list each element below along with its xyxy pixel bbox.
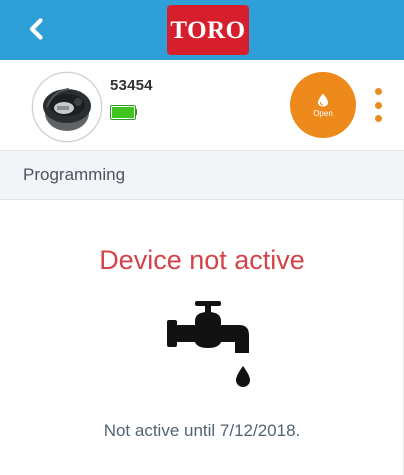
status-note: Not active until 7/12/2018.: [103, 421, 301, 440]
section-header: Programming: [0, 150, 404, 200]
chevron-left-icon: [29, 18, 43, 40]
device-id: 53454: [110, 77, 153, 94]
back-button[interactable]: [20, 12, 54, 46]
status-title: Device not active: [99, 245, 305, 275]
screen: { "header": { "back_icon": "chevron-left…: [0, 0, 404, 475]
more-options-button[interactable]: [368, 88, 388, 122]
brand-name: TORO: [170, 16, 246, 44]
water-drop-icon: [318, 93, 328, 106]
controller-image: [43, 88, 91, 131]
device-avatar[interactable]: [32, 72, 102, 142]
more-vertical-icon-dot: [374, 101, 382, 109]
battery-level-fill: [112, 107, 134, 118]
more-vertical-icon: [374, 88, 382, 95]
battery-full-icon: [110, 105, 136, 120]
more-vertical-icon-dot: [374, 115, 382, 122]
toro-logo: TORO: [167, 5, 249, 55]
battery-cap: [135, 109, 137, 115]
open-button-label: Open: [313, 108, 333, 118]
section-title: Programming: [23, 165, 126, 184]
open-valve-button[interactable]: Open: [290, 72, 356, 138]
top-app-bar: TORO: [0, 0, 404, 60]
water-tap-icon: [167, 301, 250, 387]
device-summary: 53454 Open: [0, 60, 404, 150]
